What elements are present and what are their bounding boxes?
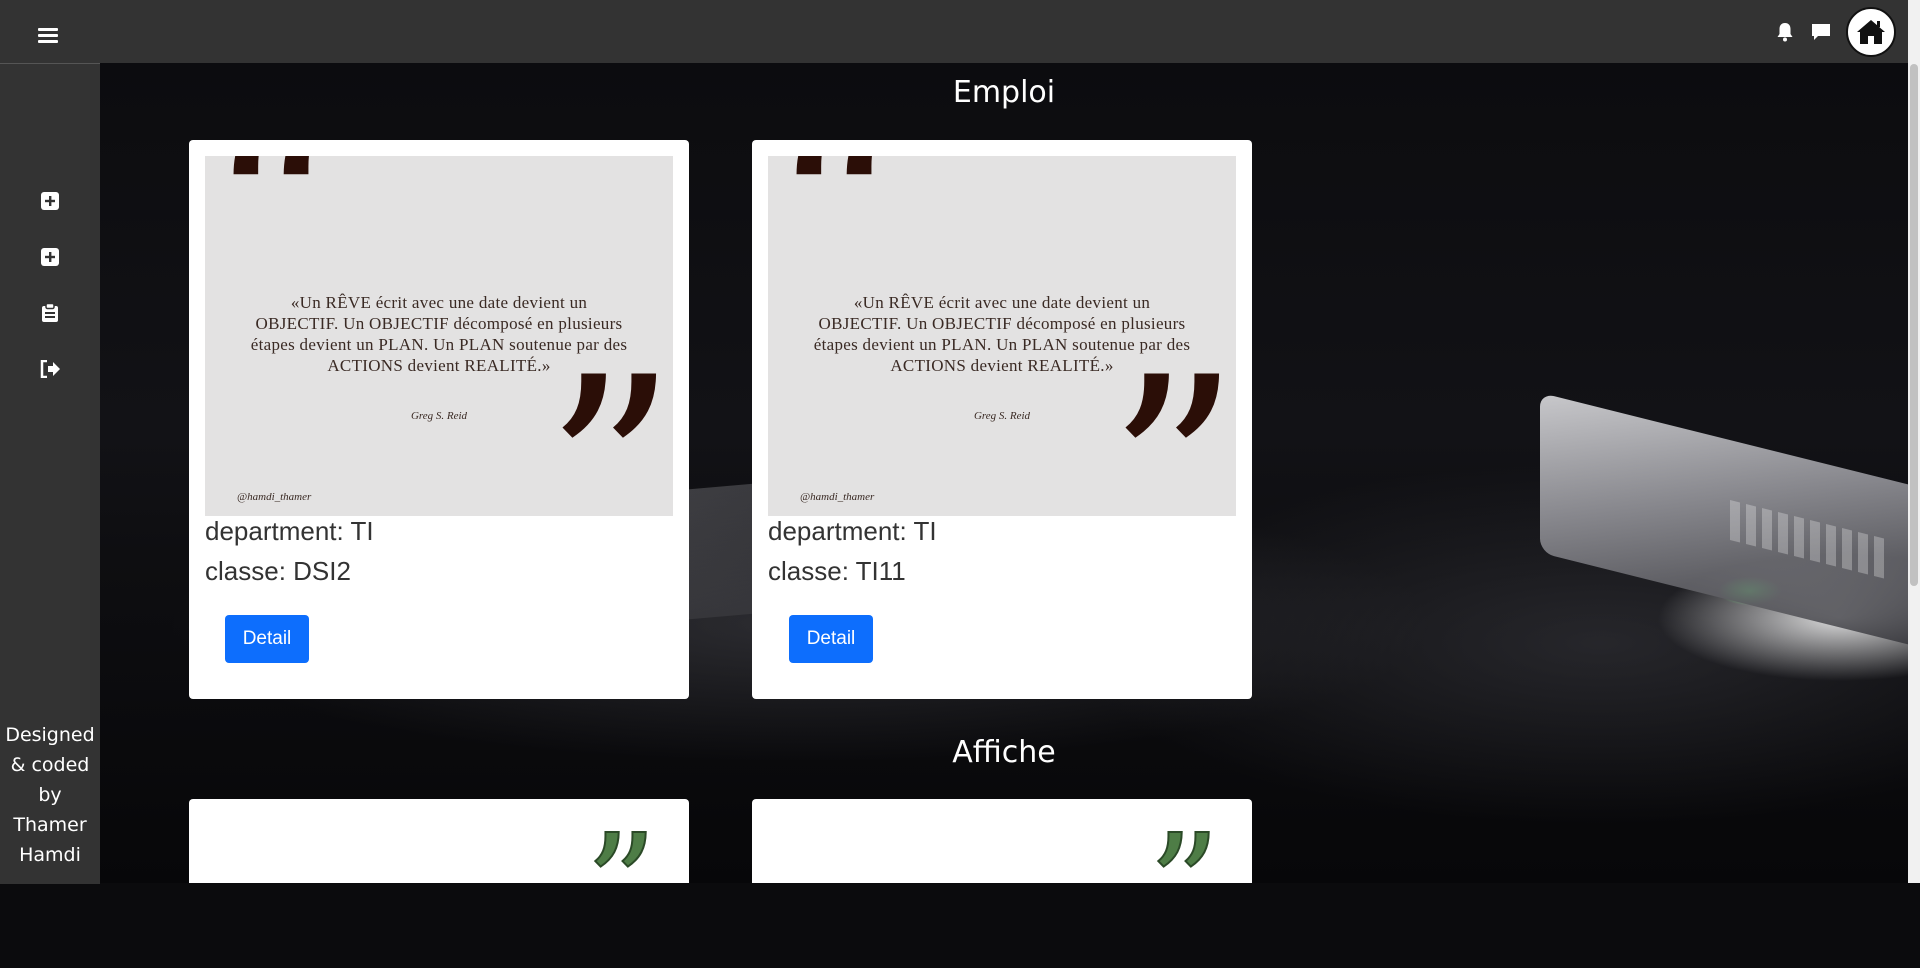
affiche-card: ” (752, 799, 1252, 958)
emploi-card: “ «Un RÊVE écrit avec une date devient u… (752, 140, 1252, 699)
close-quote-mark: ” (1107, 323, 1236, 516)
credit-line: & coded (10, 754, 90, 776)
credit-line: Thamer (13, 814, 87, 836)
sidebar: Designed & coded by Thamer Hamdi (0, 63, 100, 884)
credit-line: Hamdi (19, 844, 81, 866)
sign-out-icon[interactable] (40, 359, 60, 379)
quote-image: “ «Un RÊVE écrit avec une date devient u… (205, 156, 673, 516)
quote-handle: @hamdi_thamer (800, 491, 875, 503)
top-navbar (0, 0, 1908, 63)
green-quote-mark: ” (1147, 805, 1221, 968)
card-classe: classe: DSI2 (205, 556, 351, 586)
detail-button[interactable]: Detail (789, 615, 873, 663)
clipboard-icon[interactable] (40, 303, 60, 323)
green-quote-mark: ” (584, 805, 658, 968)
close-quote-mark: ” (544, 323, 673, 516)
home-button[interactable] (1846, 7, 1896, 57)
quote-image: “ «Un RÊVE écrit avec une date devient u… (768, 156, 1236, 516)
affiche-card: ” (189, 799, 689, 958)
top-right-icons (1774, 4, 1896, 60)
card-department: department: TI (205, 516, 374, 546)
quote-handle: @hamdi_thamer (237, 491, 312, 503)
bell-icon[interactable] (1774, 21, 1796, 43)
home-icon (1857, 20, 1885, 44)
emploi-card: “ «Un RÊVE écrit avec une date devient u… (189, 140, 689, 699)
credit-line: by (38, 784, 62, 806)
credit-line: Designed (5, 724, 95, 746)
card-classe: classe: TI11 (768, 556, 906, 586)
detail-button[interactable]: Detail (225, 615, 309, 663)
section-title-affiche: Affiche (952, 735, 1056, 770)
sidebar-nav (40, 191, 60, 415)
card-department: department: TI (768, 516, 937, 546)
credit-text: Designed & coded by Thamer Hamdi (0, 720, 100, 870)
hamburger-icon[interactable] (38, 28, 58, 44)
plus-square-icon[interactable] (40, 191, 60, 211)
plus-square-icon[interactable] (40, 247, 60, 267)
scrollbar-thumb[interactable] (1910, 64, 1918, 586)
comment-icon[interactable] (1810, 21, 1832, 43)
section-title-emploi: Emploi (952, 75, 1056, 110)
